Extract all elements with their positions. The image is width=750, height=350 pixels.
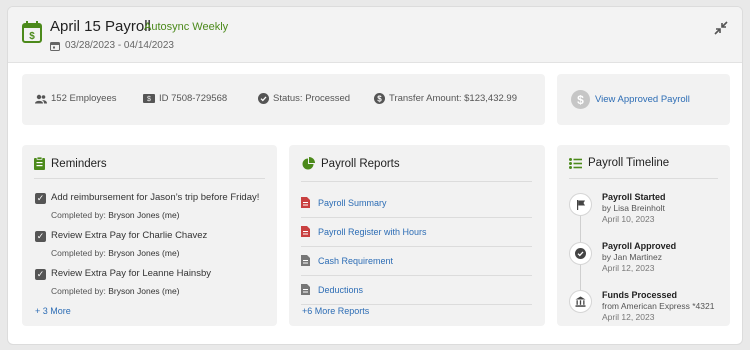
employees-info: 152 Employees bbox=[35, 93, 116, 104]
timeline-marker bbox=[569, 193, 592, 216]
card-header: $ April 15 Payroll Autosync Weekly 03/28… bbox=[8, 7, 742, 63]
people-icon bbox=[35, 94, 47, 103]
payroll-reports-panel: Payroll Reports Payroll Summary Payroll … bbox=[289, 145, 545, 326]
timeline-header: Payroll Timeline bbox=[569, 157, 669, 169]
reports-title: Payroll Reports bbox=[321, 157, 400, 170]
clipboard-icon bbox=[34, 157, 45, 170]
check-circle-icon bbox=[258, 93, 269, 104]
collapse-icon[interactable] bbox=[714, 21, 728, 35]
reminders-title: Reminders bbox=[51, 157, 107, 170]
document-icon bbox=[301, 255, 310, 266]
reminder-completed: Completed by: Bryson Jones (me) bbox=[51, 248, 180, 258]
report-link-register[interactable]: Payroll Register with Hours bbox=[301, 217, 532, 246]
payroll-card: $ April 15 Payroll Autosync Weekly 03/28… bbox=[7, 6, 743, 345]
document-icon bbox=[301, 284, 310, 295]
timeline-marker bbox=[569, 242, 592, 265]
reminder-text: Add reimbursement for Jason’s trip befor… bbox=[51, 192, 260, 203]
report-link-payroll-summary[interactable]: Payroll Summary bbox=[301, 188, 532, 217]
pdf-icon bbox=[301, 226, 310, 237]
more-reports-link[interactable]: +6 More Reports bbox=[302, 306, 369, 316]
reminder-checkbox[interactable]: ✓ bbox=[35, 193, 46, 204]
calendar-icon bbox=[50, 41, 60, 51]
payroll-timeline-panel: Payroll Timeline Payroll Started by Lisa… bbox=[557, 145, 730, 326]
autosync-label: Autosync Weekly bbox=[144, 21, 229, 33]
reminder-completed: Completed by: Bryson Jones (me) bbox=[51, 286, 180, 296]
svg-text:$: $ bbox=[377, 94, 382, 103]
report-link-deductions[interactable]: Deductions bbox=[301, 275, 532, 304]
reminders-header: Reminders bbox=[34, 157, 107, 170]
reminder-text: Review Extra Pay for Charlie Chavez bbox=[51, 230, 208, 241]
view-approved-panel: $ View Approved Payroll bbox=[557, 74, 730, 125]
divider bbox=[569, 178, 718, 179]
timeline-event: Funds Processed from American Express *4… bbox=[602, 290, 715, 322]
pdf-icon bbox=[301, 197, 310, 208]
payroll-id-info: $ ID 7508-729568 bbox=[143, 93, 227, 104]
view-approved-payroll-link[interactable]: View Approved Payroll bbox=[595, 94, 690, 105]
timeline-title: Payroll Timeline bbox=[588, 157, 670, 169]
divider bbox=[301, 304, 532, 305]
reminder-completed: Completed by: Bryson Jones (me) bbox=[51, 210, 180, 220]
reminder-text: Review Extra Pay for Leanne Hainsby bbox=[51, 268, 211, 279]
divider bbox=[34, 178, 265, 179]
pie-chart-icon bbox=[302, 157, 315, 170]
bank-icon bbox=[575, 296, 586, 307]
report-link-cash-requirement[interactable]: Cash Requirement bbox=[301, 246, 532, 275]
money-icon: $ bbox=[143, 94, 155, 103]
reminder-checkbox[interactable]: ✓ bbox=[35, 231, 46, 242]
transfer-info: $ Transfer Amount: $123,432.99 bbox=[374, 93, 517, 104]
flag-icon bbox=[576, 199, 585, 210]
list-icon bbox=[569, 157, 582, 169]
check-icon bbox=[575, 248, 586, 259]
reports-header: Payroll Reports bbox=[302, 157, 400, 170]
more-reminders-link[interactable]: + 3 More bbox=[35, 306, 71, 316]
reminder-checkbox[interactable]: ✓ bbox=[35, 269, 46, 280]
timeline-event: Payroll Approved by Jan Martinez April 1… bbox=[602, 241, 677, 273]
date-range-text: 03/28/2023 - 04/14/2023 bbox=[65, 40, 174, 51]
payroll-info-bar: 152 Employees $ ID 7508-729568 Status: P… bbox=[22, 74, 545, 125]
date-range: 03/28/2023 - 04/14/2023 bbox=[50, 40, 174, 51]
svg-text:$: $ bbox=[147, 96, 151, 103]
divider bbox=[301, 181, 532, 182]
timeline-event: Payroll Started by Lisa Breinholt April … bbox=[602, 192, 666, 224]
payroll-calendar-icon: $ bbox=[22, 21, 42, 43]
page-title: April 15 Payroll bbox=[50, 18, 151, 35]
reminders-panel: Reminders ✓ Add reimbursement for Jason’… bbox=[22, 145, 277, 326]
dollar-circle-icon: $ bbox=[374, 93, 385, 104]
svg-text:$: $ bbox=[29, 31, 35, 42]
timeline-marker bbox=[569, 290, 592, 313]
dollar-icon: $ bbox=[571, 90, 590, 109]
status-info: Status: Processed bbox=[258, 93, 350, 104]
